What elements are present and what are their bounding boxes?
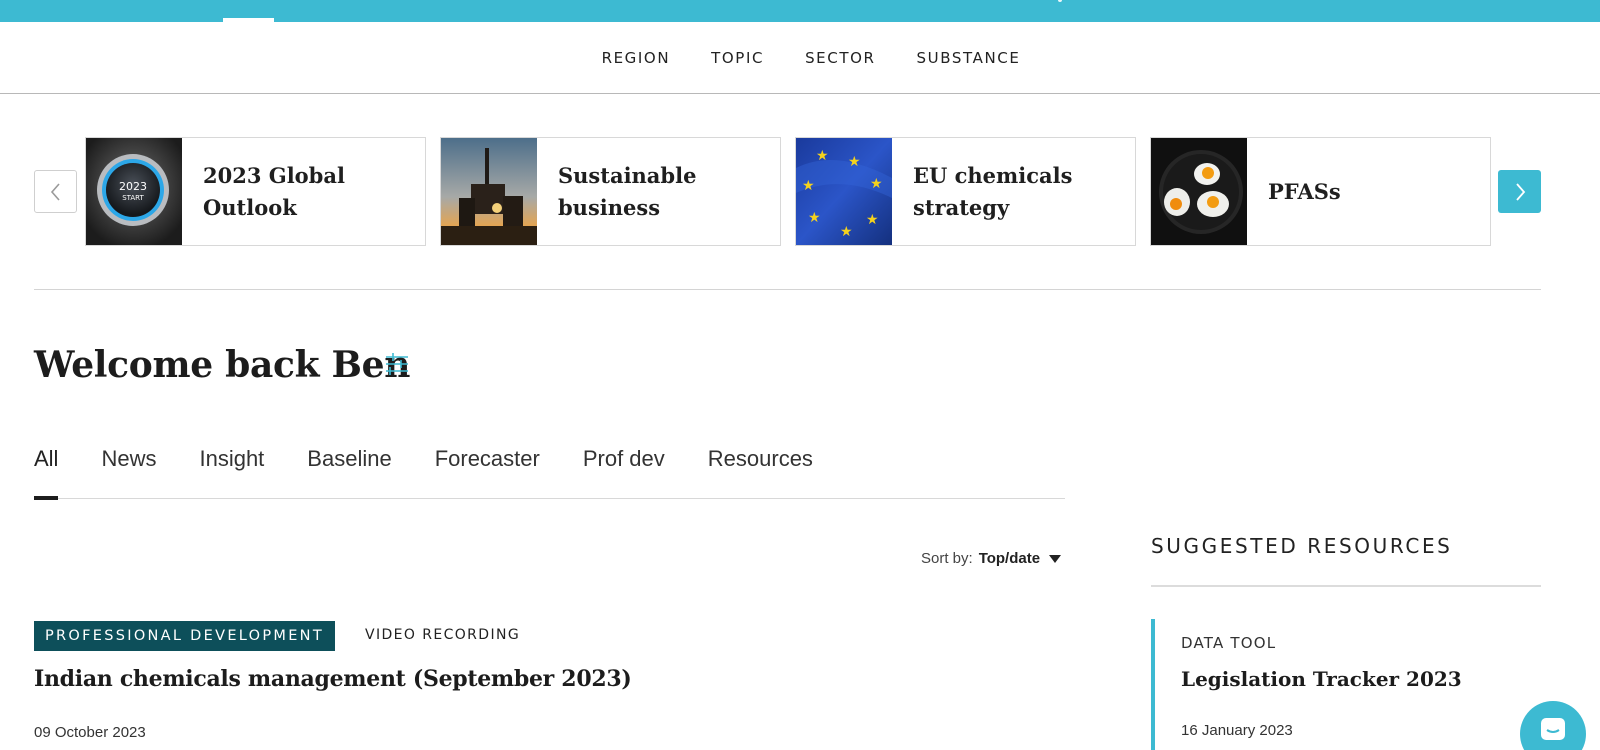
topic-label-line1: 2023 Global (203, 162, 345, 188)
article-title-link[interactable]: Indian chemicals management (September 2… (34, 666, 632, 692)
nav-item-topic[interactable]: TOPIC (711, 49, 764, 67)
sort-label: Sort by: (921, 550, 973, 567)
topic-card-sustainable-business[interactable]: Sustainable business (440, 137, 781, 246)
content-tabs: All News Insight Baseline Forecaster Pro… (34, 440, 1065, 500)
article-date: 09 October 2023 (34, 724, 146, 741)
topic-label-line1: Sustainable (558, 162, 697, 188)
resource-title-link[interactable]: Legislation Tracker 2023 (1181, 667, 1462, 691)
thumbnail-text-year: 2023 (119, 180, 147, 193)
category-badge: PROFESSIONAL DEVELOPMENT (34, 621, 335, 651)
chat-bubble-icon (1541, 718, 1565, 740)
tab-news[interactable]: News (101, 440, 156, 499)
tab-forecaster[interactable]: Forecaster (435, 440, 540, 499)
carousel-next-button[interactable] (1498, 170, 1541, 213)
sidebar-divider (1151, 585, 1541, 587)
top-bar-marker (1058, 0, 1062, 2)
topic-card-pfass[interactable]: PFASs (1150, 137, 1491, 246)
svg-text:★: ★ (866, 211, 879, 227)
tab-insight[interactable]: Insight (199, 440, 264, 499)
top-utility-bar (0, 0, 1600, 22)
topic-thumbnail-start-button: 2023 START (86, 138, 182, 245)
chevron-left-icon (50, 182, 60, 201)
topic-card-global-outlook[interactable]: 2023 START 2023 Global Outlook (85, 137, 426, 246)
topic-card-label: PFASs (1247, 176, 1351, 208)
topic-card-label: Sustainable business (537, 160, 706, 224)
topic-thumbnail-frying-pan-eggs (1151, 138, 1247, 245)
suggested-resource-card: DATA TOOL Legislation Tracker 2023 16 Ja… (1151, 619, 1541, 750)
svg-text:★: ★ (816, 147, 829, 163)
topic-thumbnail-eu-flag: ★ ★ ★ ★ ★ ★ ★ (796, 138, 892, 245)
topic-label-line1: EU chemicals (913, 162, 1073, 188)
nav-item-sector[interactable]: SECTOR (805, 49, 875, 67)
suggested-resources-heading: SUGGESTED RESOURCES (1151, 534, 1453, 558)
nav-item-region[interactable]: REGION (602, 49, 671, 67)
topic-card-eu-chemicals-strategy[interactable]: ★ ★ ★ ★ ★ ★ ★ EU chemicals strategy (795, 137, 1136, 246)
svg-text:★: ★ (848, 153, 861, 169)
svg-text:★: ★ (802, 177, 815, 193)
sort-value: Top/date (978, 550, 1041, 567)
topic-card-label: 2023 Global Outlook (182, 160, 355, 224)
nav-item-substance[interactable]: SUBSTANCE (917, 49, 1021, 67)
topic-label-line1: PFASs (1268, 178, 1341, 204)
tab-prof-dev[interactable]: Prof dev (583, 440, 665, 499)
content-type-label: VIDEO RECORDING (365, 627, 521, 643)
svg-text:★: ★ (840, 223, 853, 239)
main-navigation: REGION TOPIC SECTOR SUBSTANCE (0, 22, 1600, 94)
resource-type-label: DATA TOOL (1181, 634, 1277, 652)
chevron-right-icon (1515, 182, 1525, 201)
thumbnail-text-start: START (122, 194, 144, 202)
topic-label-line2: strategy (913, 194, 1010, 220)
resource-date: 16 January 2023 (1181, 722, 1293, 739)
svg-text:★: ★ (870, 175, 883, 191)
tab-all[interactable]: All (34, 440, 59, 500)
section-divider (34, 289, 1541, 290)
tab-resources[interactable]: Resources (708, 440, 813, 499)
caret-down-icon (1049, 554, 1062, 563)
sliders-icon[interactable] (384, 351, 410, 377)
topic-card-label: EU chemicals strategy (892, 160, 1082, 224)
topic-thumbnail-industrial-sunset (441, 138, 537, 245)
sort-dropdown[interactable]: Sort by: Top/date (921, 550, 1062, 567)
carousel-prev-button[interactable] (34, 170, 77, 213)
welcome-heading: Welcome back Ben (34, 344, 411, 386)
tab-baseline[interactable]: Baseline (307, 440, 391, 499)
topic-label-line2: business (558, 194, 661, 220)
topic-label-line2: Outlook (203, 194, 297, 220)
svg-text:★: ★ (808, 209, 821, 225)
